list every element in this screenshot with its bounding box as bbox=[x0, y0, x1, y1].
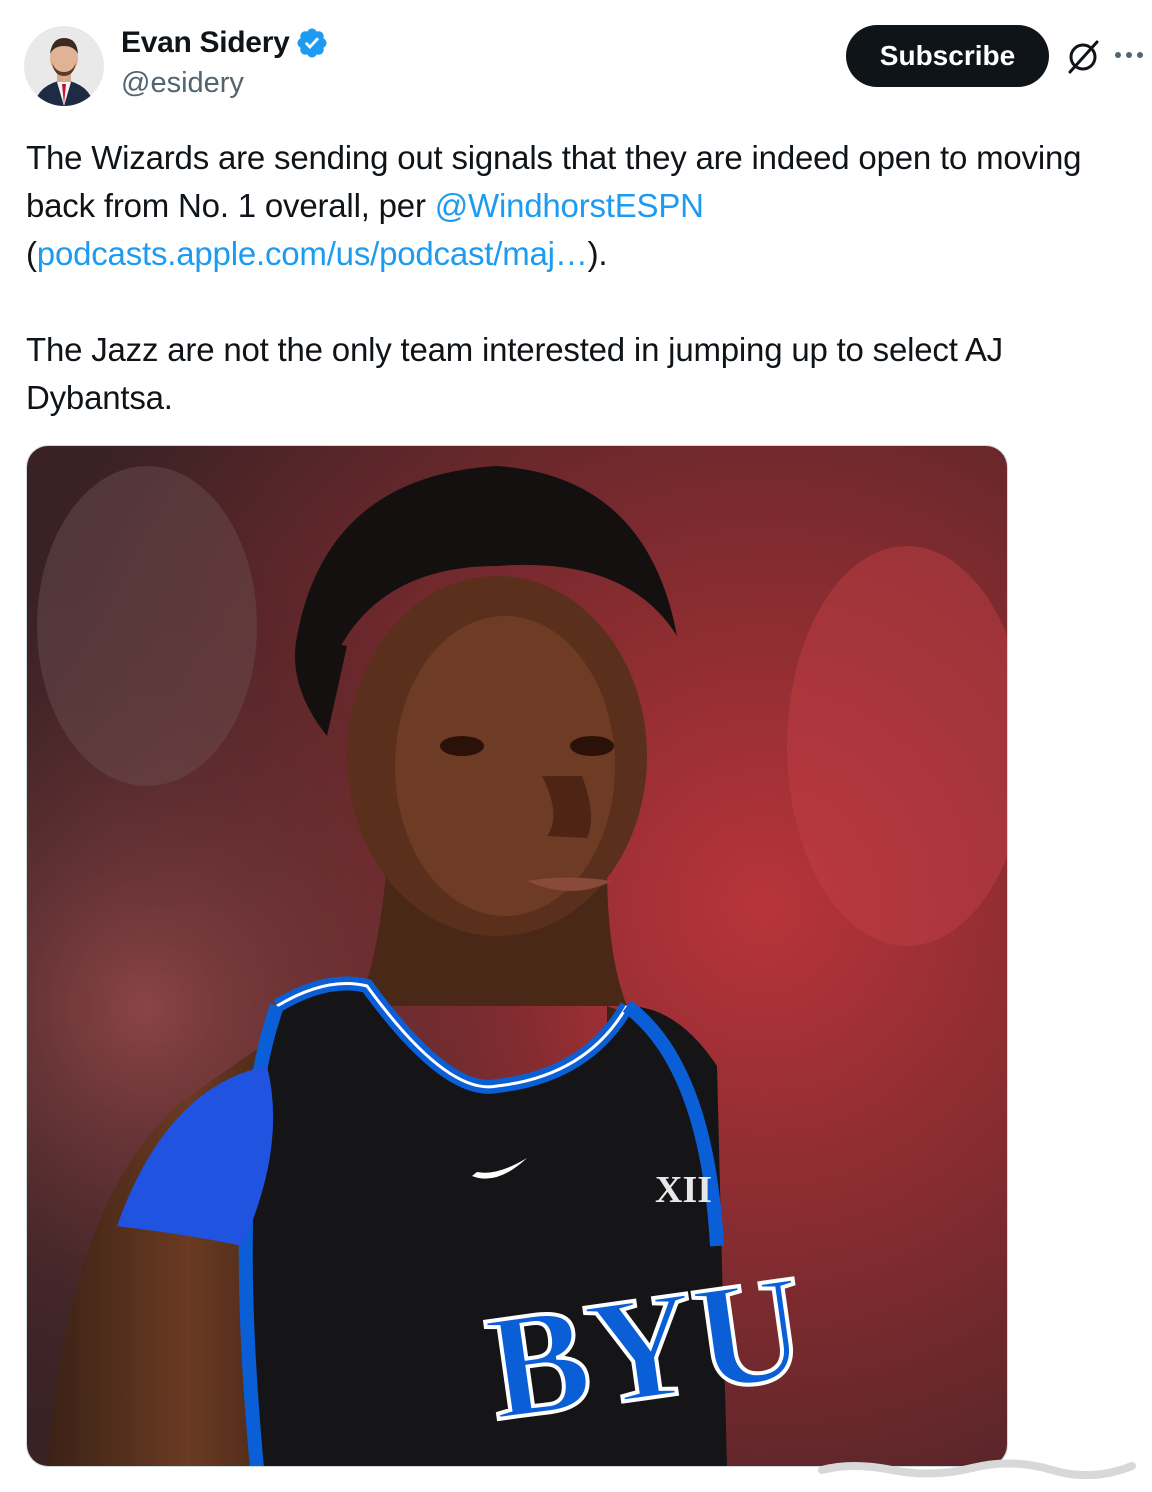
watermark-icon bbox=[818, 1459, 1136, 1480]
podcast-link[interactable]: podcasts.apple.com/us/podcast/maj… bbox=[37, 235, 588, 272]
verified-badge-icon[interactable] bbox=[295, 26, 329, 60]
subscribe-button[interactable]: Subscribe bbox=[846, 25, 1049, 87]
tweet-paragraph-1: The Wizards are sending out signals that… bbox=[26, 134, 1150, 278]
tweet-header: Evan Sidery @esidery Subscribe bbox=[0, 0, 1152, 110]
mention-link[interactable]: @WindhorstESPN bbox=[435, 187, 704, 224]
author-name[interactable]: Evan Sidery bbox=[121, 26, 290, 60]
paren-close: ). bbox=[587, 235, 608, 272]
tweet-media[interactable]: XII BYU bbox=[26, 445, 1008, 1467]
author-name-row: Evan Sidery bbox=[121, 26, 329, 60]
grok-icon[interactable] bbox=[1064, 38, 1102, 76]
avatar-photo bbox=[24, 26, 104, 106]
author-handle[interactable]: @esidery bbox=[121, 67, 244, 100]
tweet-text: The Wizards are sending out signals that… bbox=[26, 134, 1150, 422]
avatar[interactable] bbox=[24, 26, 104, 106]
player-photo: XII BYU bbox=[27, 446, 1007, 1466]
more-options-icon[interactable] bbox=[1112, 40, 1146, 70]
tweet-paragraph-2: The Jazz are not the only team intereste… bbox=[26, 331, 1003, 416]
paren-open: ( bbox=[26, 235, 37, 272]
conference-logo: XII bbox=[655, 1169, 712, 1211]
